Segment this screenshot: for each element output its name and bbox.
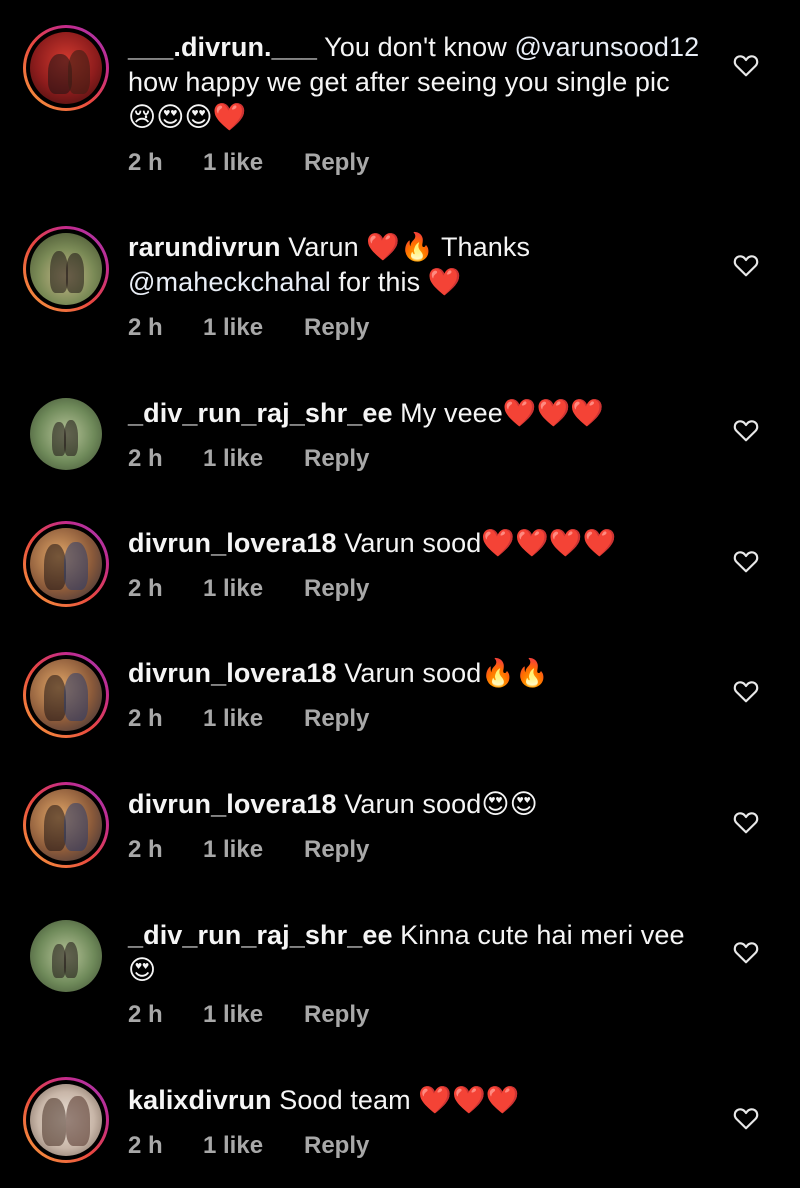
comment-username[interactable]: rarundivrun — [128, 232, 281, 262]
reply-button[interactable]: Reply — [304, 836, 369, 864]
comment-time: 2 h — [128, 1001, 163, 1028]
comment-body: My veee — [400, 398, 503, 428]
avatar-couple-green-icon — [30, 398, 102, 470]
comment-emojis: ❤️❤️❤️ — [502, 398, 605, 428]
comment-time: 2 h — [128, 314, 163, 341]
avatar-couple-light-icon — [30, 1084, 102, 1156]
reply-button[interactable]: Reply — [304, 314, 369, 342]
avatar[interactable] — [23, 782, 109, 868]
avatar-couple-sunset-icon — [30, 659, 102, 731]
reply-button[interactable]: Reply — [304, 1132, 369, 1160]
avatar-couple-green-icon — [30, 920, 102, 992]
comment-username[interactable]: ___.divrun.___ — [128, 32, 317, 62]
like-heart-icon[interactable] — [733, 810, 759, 834]
comment-meta: 2 h 1 like Reply — [128, 314, 369, 342]
reply-button[interactable]: Reply — [304, 705, 369, 733]
avatar[interactable] — [23, 652, 109, 738]
comment-username[interactable]: _div_run_raj_shr_ee — [128, 920, 393, 950]
avatar[interactable] — [30, 920, 102, 992]
comment-username[interactable]: _div_run_raj_shr_ee — [128, 398, 393, 428]
like-heart-icon[interactable] — [733, 418, 759, 442]
comment-body: Varun sood — [344, 528, 482, 558]
comment-text: ___.divrun.___ You don't know @varunsood… — [128, 30, 708, 135]
comment-likes[interactable]: 1 like — [203, 575, 304, 603]
comment-meta: 2 h 1 like Reply — [128, 836, 369, 864]
avatar[interactable] — [23, 226, 109, 312]
comment-meta: 2 h 1 like Reply — [128, 445, 369, 473]
comment-meta: 2 h 1 like Reply — [128, 1132, 369, 1160]
comment-likes[interactable]: 1 like — [203, 149, 304, 177]
like-heart-icon[interactable] — [733, 53, 759, 77]
comment-emojis: ❤️🔥 — [366, 232, 434, 262]
comment-emojis: 😢😍😍❤️ — [128, 102, 247, 132]
comment-text: _div_run_raj_shr_ee My veee❤️❤️❤️ — [128, 396, 708, 431]
comment-username[interactable]: kalixdivrun — [128, 1085, 272, 1115]
reply-button[interactable]: Reply — [304, 1001, 369, 1029]
comment-time: 2 h — [128, 575, 163, 602]
comment-body: Varun sood — [344, 658, 482, 688]
comment-emojis: 😍😍 — [481, 789, 538, 819]
reply-button[interactable]: Reply — [304, 149, 369, 177]
comment-text: divrun_lovera18 Varun sood🔥🔥 — [128, 656, 708, 691]
comment-text: kalixdivrun Sood team ❤️❤️❤️ — [128, 1083, 708, 1118]
like-heart-icon[interactable] — [733, 679, 759, 703]
avatar[interactable] — [30, 398, 102, 470]
comment-username[interactable]: divrun_lovera18 — [128, 528, 337, 558]
comment-body: Varun sood — [344, 789, 482, 819]
comment-body: how happy we get after seeing you single… — [128, 67, 670, 97]
comment-body: for this — [330, 267, 428, 297]
comment-text: divrun_lovera18 Varun sood❤️❤️❤️❤️ — [128, 526, 708, 561]
comment-meta: 2 h 1 like Reply — [128, 149, 369, 177]
mention-link[interactable]: @varunsood12 — [514, 32, 699, 62]
comment-time: 2 h — [128, 1132, 163, 1159]
comment-body: You don't know — [324, 32, 515, 62]
comment-time: 2 h — [128, 149, 163, 176]
comment-emojis: 😍 — [128, 955, 157, 985]
comment-emojis: ❤️ — [427, 267, 462, 297]
comment-text: _div_run_raj_shr_ee Kinna cute hai meri … — [128, 918, 708, 988]
comment-time: 2 h — [128, 836, 163, 863]
like-heart-icon[interactable] — [733, 940, 759, 964]
comment-likes[interactable]: 1 like — [203, 1001, 304, 1029]
avatar[interactable] — [23, 1077, 109, 1163]
avatar-couple-red-icon — [30, 32, 102, 104]
comment-text: divrun_lovera18 Varun sood😍😍 — [128, 787, 708, 822]
comment-likes[interactable]: 1 like — [203, 445, 304, 473]
like-heart-icon[interactable] — [733, 253, 759, 277]
comment-meta: 2 h 1 like Reply — [128, 575, 369, 603]
comment-username[interactable]: divrun_lovera18 — [128, 658, 337, 688]
avatar-couple-sunset-icon — [30, 528, 102, 600]
comment-body: Kinna cute hai meri vee — [400, 920, 685, 950]
like-heart-icon[interactable] — [733, 1106, 759, 1130]
comment-emojis: ❤️❤️❤️ — [418, 1085, 520, 1115]
reply-button[interactable]: Reply — [304, 575, 369, 603]
comment-emojis: ❤️❤️❤️❤️ — [481, 528, 617, 558]
comment-meta: 2 h 1 like Reply — [128, 1001, 369, 1029]
comment-likes[interactable]: 1 like — [203, 705, 304, 733]
avatar[interactable] — [23, 25, 109, 111]
avatar-couple-sunset-icon — [30, 789, 102, 861]
comment-username[interactable]: divrun_lovera18 — [128, 789, 337, 819]
like-heart-icon[interactable] — [733, 549, 759, 573]
avatar-couple-outdoor-icon — [30, 233, 102, 305]
mention-link[interactable]: @maheckchahal — [128, 267, 331, 297]
comment-body: Thanks — [433, 232, 531, 262]
avatar[interactable] — [23, 521, 109, 607]
comment-text: rarundivrun Varun ❤️🔥 Thanks @maheckchah… — [128, 230, 708, 300]
comment-time: 2 h — [128, 705, 163, 732]
reply-button[interactable]: Reply — [304, 445, 369, 473]
comment-likes[interactable]: 1 like — [203, 1132, 304, 1160]
comment-likes[interactable]: 1 like — [203, 836, 304, 864]
comment-likes[interactable]: 1 like — [203, 314, 304, 342]
comment-meta: 2 h 1 like Reply — [128, 705, 369, 733]
comment-body: Varun — [288, 232, 367, 262]
comment-body: Sood team — [279, 1085, 411, 1115]
comment-time: 2 h — [128, 445, 163, 472]
comment-emojis: 🔥🔥 — [481, 658, 549, 688]
